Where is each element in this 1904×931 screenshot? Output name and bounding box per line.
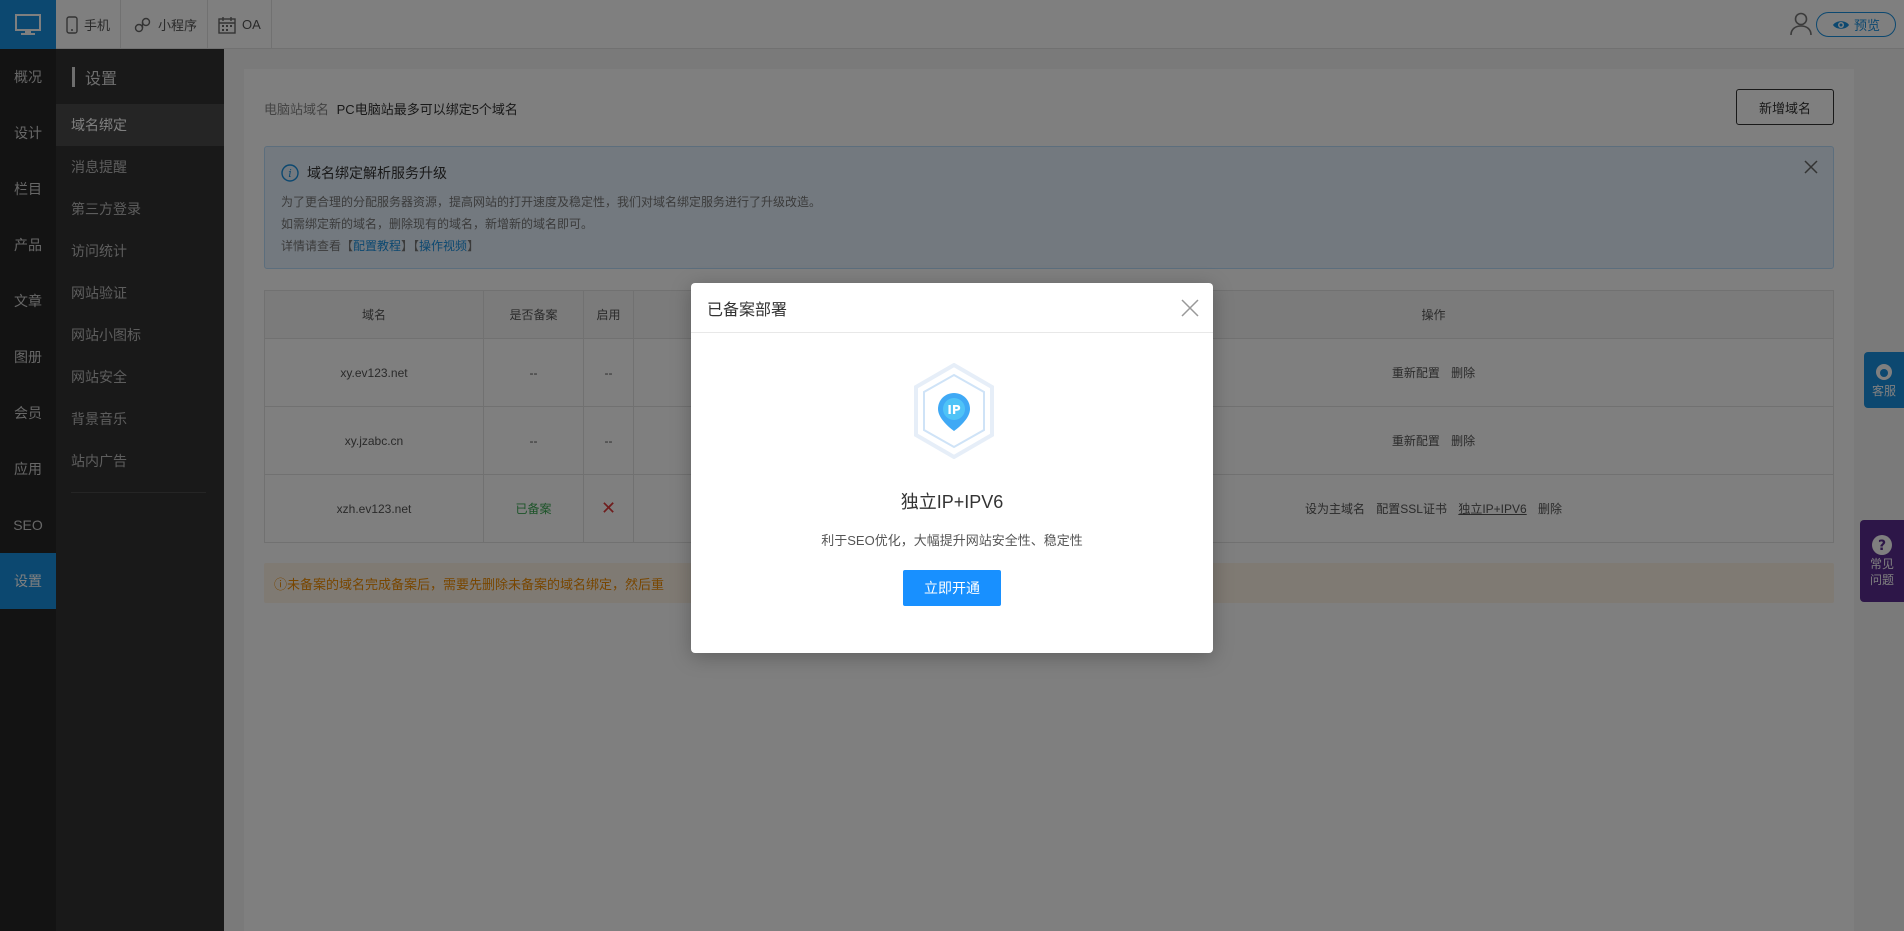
activate-button[interactable]: 立即开通 [903,570,1001,606]
feature-title: 独立IP+IPV6 [900,492,1004,512]
dialog-title: 已备案部署 [691,283,1213,333]
icp-deploy-dialog: 已备案部署 IP 独立IP+IPV6 利于SEO优化，大幅提升网站安全性、稳定性… [691,283,1213,653]
ip-hexagon-icon: IP [912,362,996,464]
close-icon[interactable] [1181,299,1199,322]
svg-text:IP: IP [947,403,960,417]
feature-description: 利于SEO优化，大幅提升网站安全性、稳定性 [821,533,1083,548]
